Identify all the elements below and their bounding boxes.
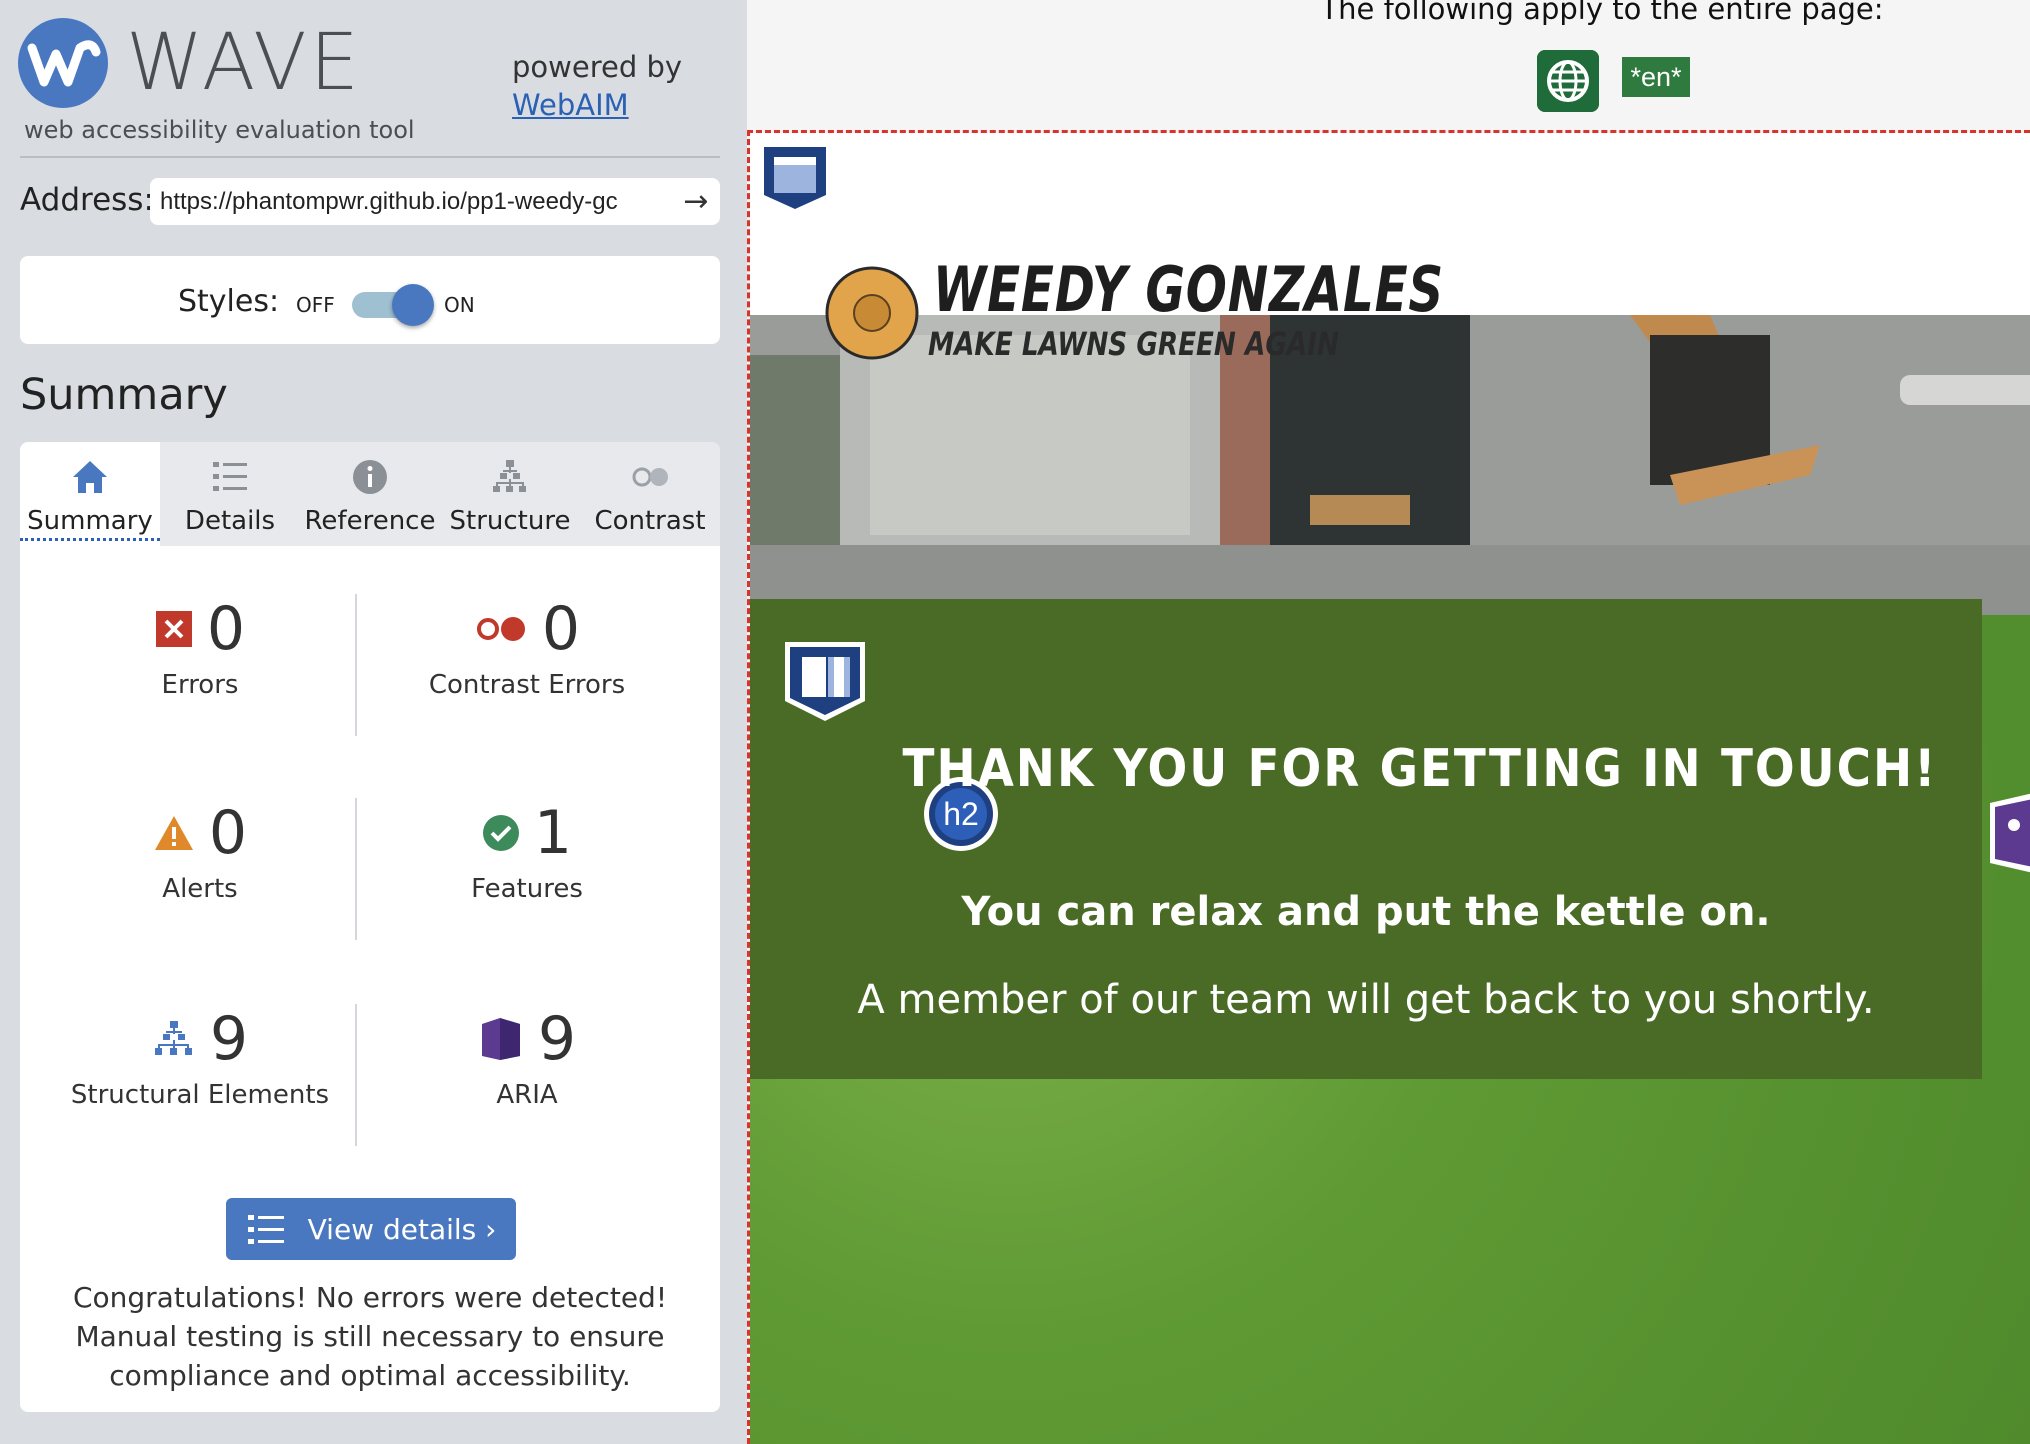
alerts-count: 0 <box>208 798 248 868</box>
summary-heading: Summary <box>20 370 228 420</box>
tab-contrast[interactable]: Contrast <box>580 442 720 546</box>
tab-details-label: Details <box>184 506 276 536</box>
summary-panel: 0 Errors 0 Contrast Errors 0 Alerts 1 Fe… <box>20 546 720 1412</box>
aria-count: 9 <box>537 1004 577 1074</box>
styles-off-label: OFF <box>296 293 335 317</box>
aria-icon <box>481 1018 520 1060</box>
tab-structure[interactable]: Structure <box>440 442 580 546</box>
page-preview: The following apply to the entire page: … <box>747 0 2030 1444</box>
contrast-errors-count: 0 <box>541 594 581 664</box>
errors-label: Errors <box>161 670 239 700</box>
language-globe-icon[interactable] <box>1537 50 1599 112</box>
styles-on-label: ON <box>444 293 475 317</box>
features-stat[interactable]: 1 Features <box>367 798 687 904</box>
page-notice: The following apply to the entire page: … <box>747 0 2030 130</box>
congratulations-message: Congratulations! No errors were detected… <box>72 1281 668 1392</box>
styles-toggle-knob[interactable] <box>392 284 434 326</box>
aria-label: ARIA <box>496 1080 558 1110</box>
tab-reference[interactable]: Reference <box>300 442 440 546</box>
structural-count: 9 <box>209 1004 249 1074</box>
language-badge[interactable]: *en* <box>1622 57 1690 97</box>
structural-label: Structural Elements <box>70 1080 330 1110</box>
list-icon <box>247 1215 284 1244</box>
header-divider <box>20 156 720 158</box>
tab-contrast-label: Contrast <box>594 506 706 536</box>
panel-tabs: Summary Details Reference Structure Cont… <box>20 442 720 546</box>
alerts-stat[interactable]: 0 Alerts <box>40 798 360 904</box>
aria-label-tag-icon[interactable] <box>1990 793 2030 873</box>
main-landmark-icon[interactable] <box>782 639 868 723</box>
structure-icon <box>154 1021 192 1055</box>
page-notice-text: The following apply to the entire page: <box>1320 0 1884 26</box>
address-label: Address: <box>20 182 154 218</box>
tab-summary-label: Summary <box>20 506 160 541</box>
error-icon <box>155 611 192 647</box>
h2-badge-text: h2 <box>943 796 979 832</box>
feature-icon <box>482 815 519 851</box>
powered-by: powered by WebAIM <box>512 48 682 124</box>
home-icon <box>73 461 107 493</box>
features-label: Features <box>471 874 583 904</box>
errors-stat[interactable]: 0 Errors <box>40 594 360 700</box>
brand-name: WEEDY GONZALES <box>933 253 1445 326</box>
alert-icon <box>154 816 193 850</box>
wave-subtitle: web accessibility evaluation tool <box>24 116 415 144</box>
wave-title: WAVE <box>126 18 362 108</box>
alerts-label: Alerts <box>162 874 238 904</box>
address-input[interactable]: https://phantompwr.github.io/pp1-weedy-g… <box>150 178 720 225</box>
errors-count: 0 <box>206 594 246 664</box>
structural-elements-stat[interactable]: 9 Structural Elements <box>40 1004 360 1110</box>
header-landmark-icon[interactable] <box>760 143 830 213</box>
webaim-link[interactable]: WebAIM <box>512 86 682 124</box>
tab-summary[interactable]: Summary <box>20 442 160 546</box>
go-arrow-icon[interactable]: → <box>676 182 716 222</box>
contrast-error-icon <box>476 617 525 641</box>
view-details-label: View details › <box>307 1212 497 1246</box>
list-icon <box>213 462 247 491</box>
thank-you-line-1: You can relax and put the kettle on. <box>961 889 1771 935</box>
wave-sidebar: WAVE web accessibility evaluation tool p… <box>0 0 747 1444</box>
thank-you-section: h2 THANK YOU FOR GETTING IN TOUCH! You c… <box>750 599 1982 1079</box>
hierarchy-icon <box>493 460 526 492</box>
info-icon <box>353 460 387 494</box>
contrast-errors-stat[interactable]: 0 Contrast Errors <box>367 594 687 700</box>
brand-logo-icon <box>825 266 919 360</box>
styles-card: Styles: OFF ON <box>20 256 720 344</box>
tab-reference-label: Reference <box>304 506 436 536</box>
contrast-icon <box>632 467 668 487</box>
aria-stat[interactable]: 9 ARIA <box>367 1004 687 1110</box>
thank-you-line-2: A member of our team will get back to yo… <box>857 977 1875 1023</box>
wave-logo-icon <box>18 18 108 108</box>
styles-label: Styles: <box>178 284 280 319</box>
evaluated-site: WEEDY GONZALES MAKE LAWNS GREEN AGAIN h2… <box>747 130 2030 1444</box>
brand-tagline: MAKE LAWNS GREEN AGAIN <box>928 325 1339 363</box>
contrast-errors-label: Contrast Errors <box>428 670 626 700</box>
tab-structure-label: Structure <box>449 506 571 536</box>
tab-details[interactable]: Details <box>160 442 300 546</box>
features-count: 1 <box>533 798 573 868</box>
view-details-button[interactable]: View details › <box>226 1198 516 1260</box>
powered-by-text: powered by <box>512 50 683 84</box>
thank-you-heading: THANK YOU FOR GETTING IN TOUCH! <box>902 739 1938 799</box>
